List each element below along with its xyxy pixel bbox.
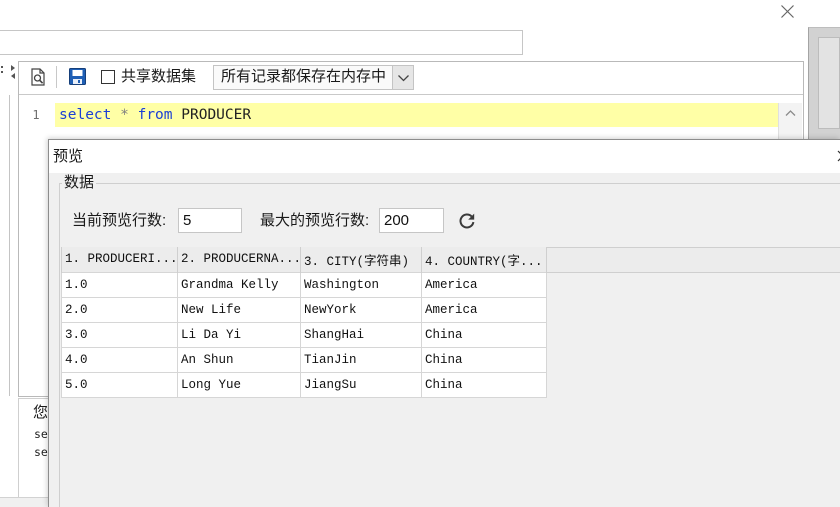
current-preview-rows-input[interactable] [178, 208, 242, 233]
record-mode-dropdown[interactable]: 所有记录都保存在内存中 [213, 65, 414, 90]
save-icon [69, 68, 86, 85]
current-preview-rows-label: 当前预览行数: [72, 212, 167, 229]
table-cell: An Shun [177, 346, 301, 373]
preview-window: 预览 数据 当前预览行数: 最大的预览行数: 1. PRODUCERI... 2… [48, 139, 840, 507]
preview-title: 预览 [53, 148, 84, 165]
table-header-row: 1. PRODUCERI... 2. PRODUCERNA... 3. CITY… [61, 247, 547, 272]
chevron-down-icon [398, 75, 409, 82]
column-header[interactable]: 4. COUNTRY(字... [421, 247, 547, 272]
sql-code-line[interactable]: select * from PRODUCER [59, 103, 251, 127]
share-dataset-checkbox[interactable] [101, 70, 115, 84]
document-preview-icon [31, 68, 45, 86]
sql-keyword: from [137, 107, 173, 123]
table-cell: 4.0 [61, 346, 178, 373]
table-cell: Washington [300, 271, 422, 298]
dialog-close-button[interactable] [780, 4, 795, 19]
message-line: 您 [33, 404, 49, 421]
max-preview-rows-input[interactable] [379, 208, 444, 233]
message-line: se [34, 427, 48, 441]
table-cell: Grandma Kelly [177, 271, 301, 298]
data-group-label: 数据 [62, 174, 97, 192]
table-row[interactable]: 5.0 Long Yue JiangSu China [61, 371, 547, 398]
table-cell: China [421, 321, 547, 348]
sql-keyword: select [59, 107, 112, 123]
toolbar-divider [19, 94, 803, 95]
preview-title-bar: 预览 [49, 140, 840, 173]
table-cell: 1.0 [61, 271, 178, 298]
table-cell: America [421, 271, 547, 298]
table-cell: China [421, 346, 547, 373]
sql-operator: * [120, 107, 129, 123]
table-row[interactable]: 1.0 Grandma Kelly Washington America [61, 271, 547, 298]
dialog-bottom-bar [0, 497, 48, 507]
dropdown-toggle-button[interactable] [392, 66, 413, 89]
table-row[interactable]: 4.0 An Shun TianJin China [61, 346, 547, 373]
record-mode-selected-value: 所有记录都保存在内存中 [221, 68, 387, 85]
toolbar-separator [56, 66, 57, 88]
message-line: se [34, 445, 48, 459]
refresh-icon [459, 213, 475, 229]
table-cell: JiangSu [300, 371, 422, 398]
max-preview-rows-label: 最大的预览行数: [260, 212, 370, 229]
column-header[interactable]: 2. PRODUCERNA... [177, 247, 301, 272]
table-cell: 3.0 [61, 321, 178, 348]
column-header[interactable]: 3. CITY(字符串) [300, 247, 422, 272]
table-cell: Li Da Yi [177, 321, 301, 348]
save-button[interactable] [69, 68, 86, 85]
dataset-path-input[interactable] [0, 30, 523, 55]
collapse-handle[interactable] [0, 63, 17, 83]
background-window-scrollbar [808, 27, 840, 139]
table-cell: 2.0 [61, 296, 178, 323]
table-cell: TianJin [300, 346, 422, 373]
close-icon [781, 5, 794, 18]
table-cell: America [421, 296, 547, 323]
share-dataset-label: 共享数据集 [121, 68, 197, 85]
preview-close-button[interactable] [833, 150, 840, 162]
table-cell: Long Yue [177, 371, 301, 398]
chevron-up-icon [785, 110, 796, 116]
preview-button[interactable] [30, 68, 46, 86]
table-cell: NewYork [300, 296, 422, 323]
side-panel-divider [9, 95, 10, 396]
refresh-button[interactable] [458, 212, 476, 230]
table-row[interactable]: 3.0 Li Da Yi ShangHai China [61, 321, 547, 348]
column-header[interactable]: 1. PRODUCERI... [61, 247, 178, 272]
table-cell: China [421, 371, 547, 398]
sql-identifier: PRODUCER [181, 107, 252, 123]
line-number: 1 [32, 108, 40, 122]
scroll-up-button[interactable] [779, 103, 802, 123]
table-cell: New Life [177, 296, 301, 323]
background-scroll-thumb [818, 37, 840, 129]
table-row[interactable]: 2.0 New Life NewYork America [61, 296, 547, 323]
preview-data-table: 1. PRODUCERI... 2. PRODUCERNA... 3. CITY… [61, 247, 547, 398]
table-cell: 5.0 [61, 371, 178, 398]
collapse-handle-icon [1, 65, 15, 79]
table-cell: ShangHai [300, 321, 422, 348]
